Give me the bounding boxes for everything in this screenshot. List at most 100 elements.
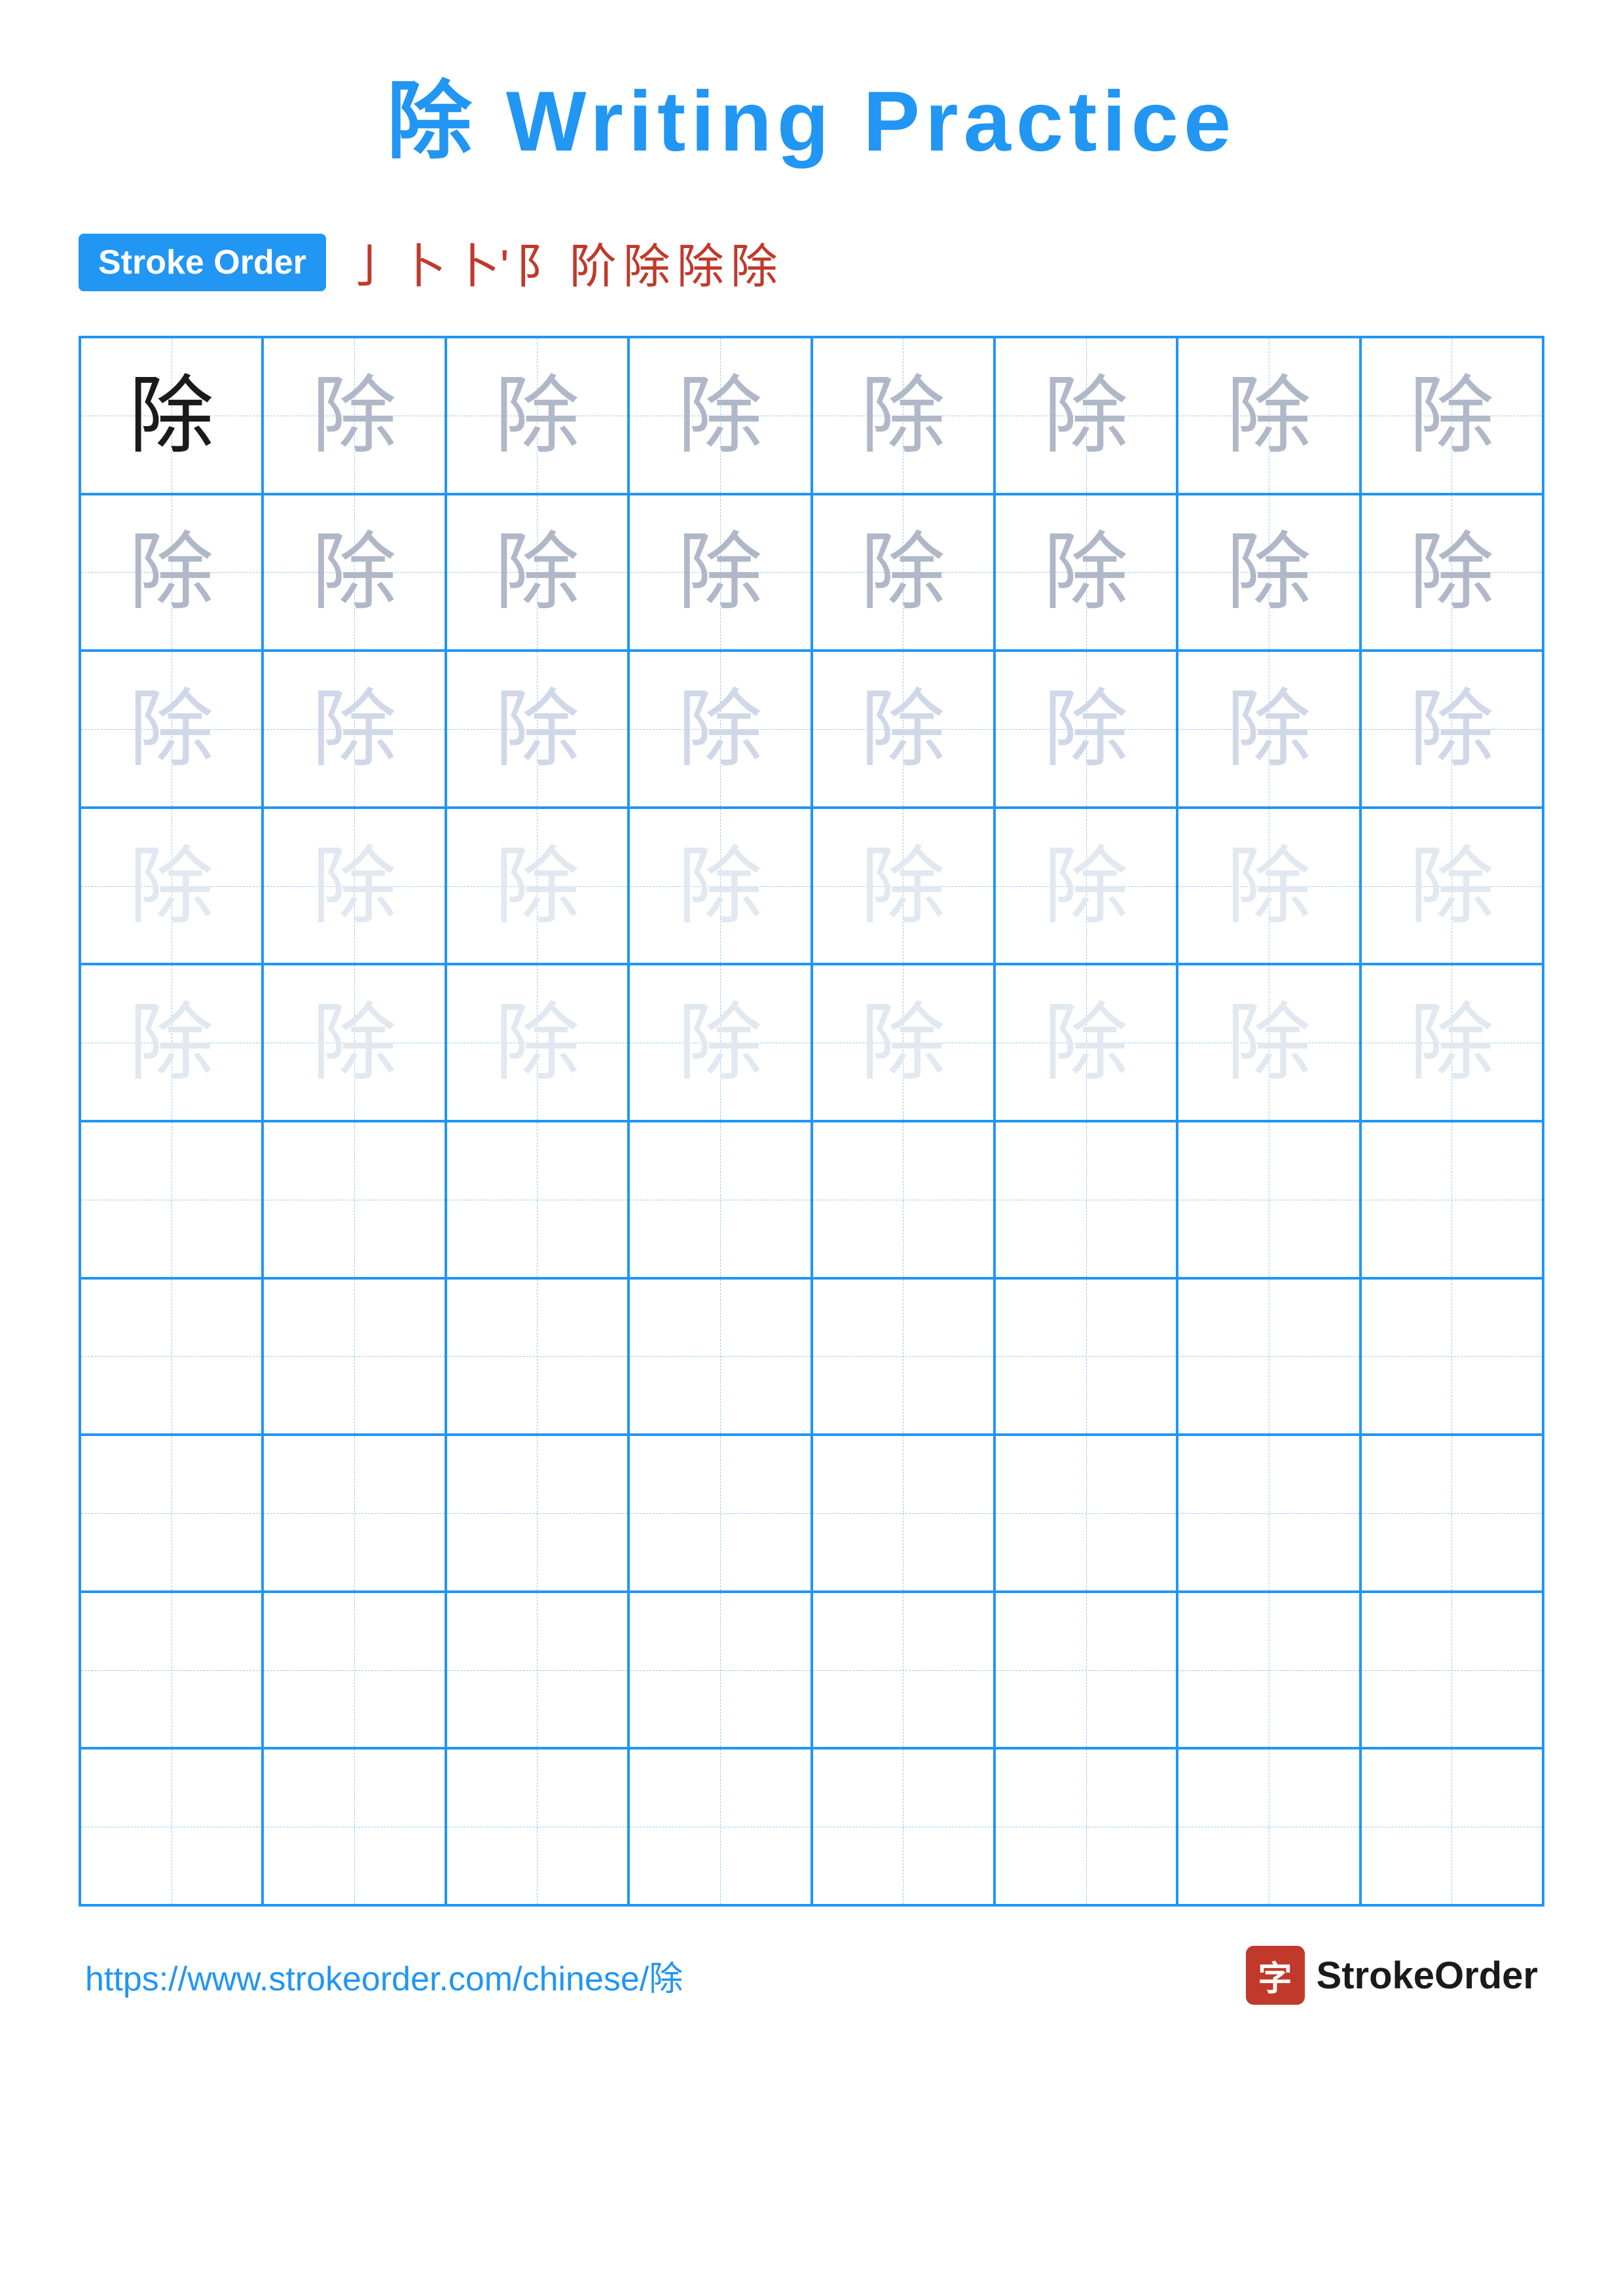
grid-cell[interactable] xyxy=(629,1435,811,1592)
grid-cell[interactable] xyxy=(629,1121,811,1278)
grid-cell[interactable]: 除 xyxy=(812,808,994,965)
grid-cell[interactable] xyxy=(812,1121,994,1278)
grid-cell[interactable] xyxy=(994,1278,1177,1435)
grid-cell[interactable] xyxy=(263,1435,445,1592)
cell-character: 除 xyxy=(1226,1000,1311,1085)
grid-cell[interactable] xyxy=(994,1435,1177,1592)
grid-cell[interactable] xyxy=(80,1121,263,1278)
grid-cell[interactable]: 除 xyxy=(446,964,629,1121)
grid-cell[interactable]: 除 xyxy=(812,494,994,651)
grid-cell[interactable] xyxy=(1177,1592,1360,1749)
grid-cell[interactable]: 除 xyxy=(629,494,811,651)
grid-cell[interactable] xyxy=(1177,1278,1360,1435)
grid-cell[interactable] xyxy=(446,1121,629,1278)
grid-cell[interactable] xyxy=(994,1748,1177,1905)
grid-cell[interactable] xyxy=(263,1278,445,1435)
stroke-sequence: 亅 卜 卜' 阝 阶 除 除 除 xyxy=(346,228,778,296)
grid-cell[interactable] xyxy=(1360,1435,1543,1592)
grid-cell[interactable]: 除 xyxy=(1177,651,1360,808)
grid-cell[interactable] xyxy=(812,1748,994,1905)
grid-cell[interactable]: 除 xyxy=(80,808,263,965)
cell-character: 除 xyxy=(312,529,397,615)
grid-cell[interactable]: 除 xyxy=(629,337,811,494)
grid-cell[interactable]: 除 xyxy=(80,337,263,494)
grid-cell[interactable] xyxy=(446,1278,629,1435)
grid-cell[interactable]: 除 xyxy=(1360,808,1543,965)
grid-cell[interactable]: 除 xyxy=(1177,494,1360,651)
grid-cell[interactable]: 除 xyxy=(994,337,1177,494)
grid-cell[interactable] xyxy=(812,1592,994,1749)
footer: https://www.strokeorder.com/chinese/除 字 … xyxy=(79,1946,1544,2005)
grid-cell[interactable]: 除 xyxy=(629,964,811,1121)
grid-cell[interactable]: 除 xyxy=(446,808,629,965)
grid-cell[interactable]: 除 xyxy=(80,651,263,808)
grid-cell[interactable] xyxy=(80,1748,263,1905)
cell-character: 除 xyxy=(494,687,579,772)
cell-character: 除 xyxy=(494,373,579,458)
grid-cell[interactable]: 除 xyxy=(629,651,811,808)
grid-cell[interactable]: 除 xyxy=(812,964,994,1121)
stroke-7: 除 xyxy=(677,228,724,296)
stroke-1: 亅 xyxy=(346,228,393,296)
cell-character: 除 xyxy=(129,687,214,772)
cell-character: 除 xyxy=(678,687,763,772)
cell-character: 除 xyxy=(1044,1000,1129,1085)
grid-cell[interactable] xyxy=(629,1592,811,1749)
grid-cell[interactable] xyxy=(446,1435,629,1592)
grid-cell[interactable] xyxy=(1177,1121,1360,1278)
grid-cell[interactable] xyxy=(1360,1121,1543,1278)
stroke-6: 除 xyxy=(623,228,670,296)
grid-cell[interactable]: 除 xyxy=(629,808,811,965)
grid-cell[interactable]: 除 xyxy=(263,337,445,494)
grid-cell[interactable]: 除 xyxy=(263,964,445,1121)
grid-cell[interactable]: 除 xyxy=(812,337,994,494)
cell-character: 除 xyxy=(1226,529,1311,615)
grid-cell[interactable]: 除 xyxy=(1360,337,1543,494)
grid-cell[interactable] xyxy=(80,1278,263,1435)
grid-cell[interactable]: 除 xyxy=(994,494,1177,651)
grid-cell[interactable]: 除 xyxy=(80,494,263,651)
grid-cell[interactable]: 除 xyxy=(1360,494,1543,651)
grid-cell[interactable] xyxy=(446,1592,629,1749)
grid-cell[interactable] xyxy=(263,1121,445,1278)
grid-cell[interactable]: 除 xyxy=(263,651,445,808)
grid-cell[interactable]: 除 xyxy=(263,808,445,965)
grid-cell[interactable]: 除 xyxy=(263,494,445,651)
grid-cell[interactable] xyxy=(812,1435,994,1592)
grid-cell[interactable] xyxy=(1177,1435,1360,1592)
grid-cell[interactable] xyxy=(629,1278,811,1435)
grid-cell[interactable]: 除 xyxy=(1177,337,1360,494)
grid-cell[interactable]: 除 xyxy=(994,808,1177,965)
grid-cell[interactable]: 除 xyxy=(446,337,629,494)
grid-cell[interactable] xyxy=(629,1748,811,1905)
grid-cell[interactable]: 除 xyxy=(1177,964,1360,1121)
grid-cell[interactable]: 除 xyxy=(994,964,1177,1121)
grid-cell[interactable]: 除 xyxy=(812,651,994,808)
grid-cell[interactable]: 除 xyxy=(446,494,629,651)
grid-cell[interactable]: 除 xyxy=(1177,808,1360,965)
grid-cell[interactable] xyxy=(994,1121,1177,1278)
grid-cell[interactable]: 除 xyxy=(1360,964,1543,1121)
footer-url[interactable]: https://www.strokeorder.com/chinese/除 xyxy=(85,1951,683,2000)
grid-cell[interactable] xyxy=(80,1435,263,1592)
grid-cell[interactable] xyxy=(1360,1748,1543,1905)
grid-cell[interactable] xyxy=(80,1592,263,1749)
grid-cell[interactable] xyxy=(1177,1748,1360,1905)
stroke-order-badge: Stroke Order xyxy=(79,234,326,291)
grid-cell[interactable] xyxy=(994,1592,1177,1749)
grid-cell[interactable] xyxy=(446,1748,629,1905)
stroke-5: 阶 xyxy=(570,228,617,296)
grid-cell[interactable] xyxy=(812,1278,994,1435)
grid-cell[interactable]: 除 xyxy=(446,651,629,808)
grid-cell[interactable] xyxy=(1360,1592,1543,1749)
grid-cell[interactable] xyxy=(263,1592,445,1749)
cell-character: 除 xyxy=(1226,844,1311,929)
grid-cell[interactable]: 除 xyxy=(994,651,1177,808)
grid-cell[interactable] xyxy=(263,1748,445,1905)
cell-character: 除 xyxy=(1409,687,1494,772)
grid-cell[interactable] xyxy=(1360,1278,1543,1435)
cell-character: 除 xyxy=(1226,687,1311,772)
grid-cell[interactable]: 除 xyxy=(1360,651,1543,808)
cell-character: 除 xyxy=(312,687,397,772)
grid-cell[interactable]: 除 xyxy=(80,964,263,1121)
